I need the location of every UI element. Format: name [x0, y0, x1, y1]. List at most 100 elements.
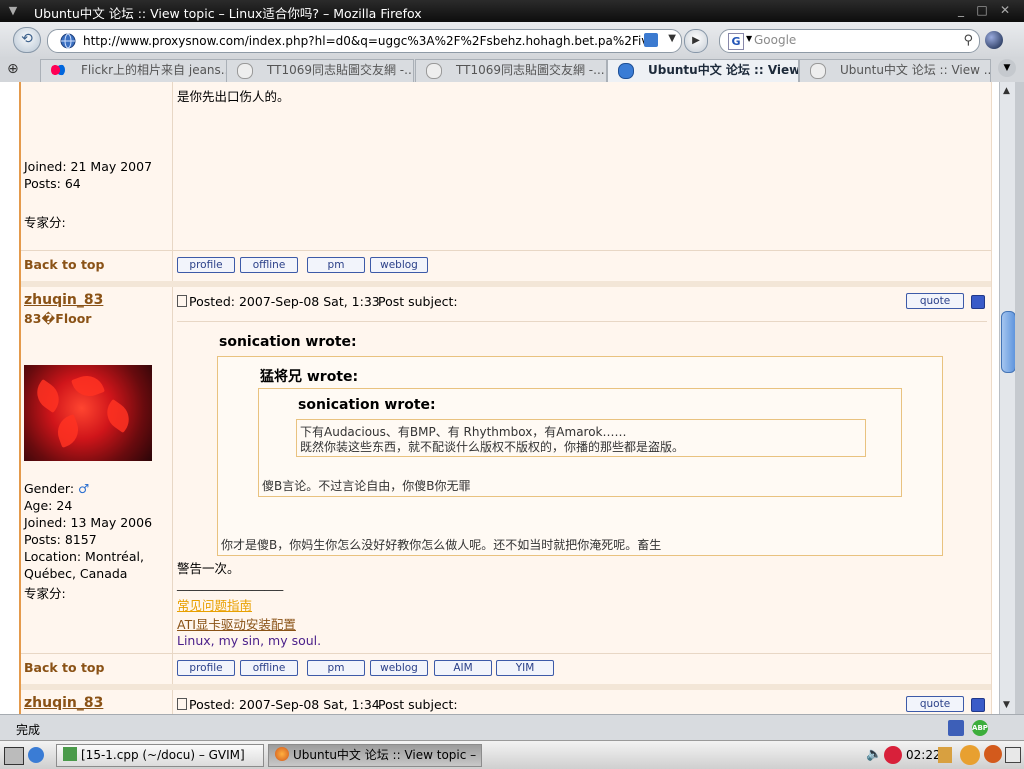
volume-icon[interactable]: 🔈 — [866, 747, 882, 762]
search-input[interactable]: Google — [754, 33, 796, 47]
post-header: Posted: 2007-Sep-08 Sat, 1:34 — [177, 697, 380, 712]
offline-button[interactable]: offline — [240, 257, 298, 273]
weblog-button[interactable]: weblog — [370, 257, 428, 273]
post-count: Posts: 8157 — [24, 532, 97, 547]
gvim-icon — [63, 747, 77, 761]
status-text: 完成 — [16, 723, 41, 737]
ubuntu-menu-icon[interactable] — [984, 745, 1002, 763]
page-content: 是你先出口伤人的。 Joined: 21 May 2007 Posts: 64 … — [0, 82, 999, 714]
task-firefox[interactable]: Ubuntu中文 论坛 :: View topic – L··· — [268, 744, 482, 767]
extension-icon[interactable] — [948, 720, 964, 736]
browser-launcher-icon[interactable] — [28, 747, 44, 763]
tab-flickr[interactable]: Flickr上的相片来自 jeans... — [40, 59, 227, 82]
tab-bar: ⊕ Flickr上的相片来自 jeans... TT1069同志貼圖交友網 -.… — [0, 57, 1024, 83]
gender-label: Gender: ♂ — [24, 481, 89, 496]
engine-dropdown-icon[interactable]: ▼ — [746, 34, 752, 43]
new-tab-icon[interactable]: ⊕ — [7, 61, 29, 79]
age: Age: 24 — [24, 498, 73, 513]
tab-ubuntu-2[interactable]: Ubuntu中文 论坛 :: View ... — [799, 59, 991, 82]
header-divider — [177, 321, 987, 322]
signature-divider: _________________ — [177, 576, 284, 591]
offline-button[interactable]: offline — [240, 660, 298, 676]
url-bar[interactable]: http://www.proxysnow.com/index.php?hl=d0… — [47, 29, 682, 53]
row-divider — [21, 250, 991, 251]
row-divider — [21, 653, 991, 654]
show-desktop-icon[interactable] — [4, 747, 24, 765]
rss-feed-icon[interactable] — [644, 33, 658, 47]
post-icon — [177, 295, 187, 307]
quote-author: sonication wrote: — [219, 334, 357, 350]
tab-label: Ubuntu中文 论坛 :: View ... — [648, 63, 799, 77]
status-globe-icon[interactable] — [985, 31, 1003, 49]
quote-text: 你才是傻B，你妈生你怎么没好好教你怎么做人呢。还不如当时就把你淹死呢。畜生 — [221, 538, 662, 552]
search-icon[interactable]: ⚲ — [963, 33, 973, 48]
vertical-scrollbar[interactable]: ▲ ▼ — [999, 82, 1016, 714]
back-to-top-link[interactable]: Back to top — [24, 257, 104, 272]
location: Location: Montréal, — [24, 549, 144, 564]
ati-driver-link[interactable]: ATI显卡驱动安装配置 — [177, 614, 296, 633]
tab-tt1069-b[interactable]: TT1069同志貼圖交友網 -... — [415, 59, 607, 82]
adblock-icon[interactable]: ABP — [972, 720, 988, 736]
profile-button[interactable]: profile — [177, 257, 235, 273]
faq-link[interactable]: 常见问题指南 — [177, 595, 252, 614]
back-to-top-link[interactable]: Back to top — [24, 660, 104, 675]
pm-button[interactable]: pm — [307, 660, 365, 676]
pencil-icon[interactable] — [960, 745, 980, 765]
weblog-button[interactable]: weblog — [370, 660, 428, 676]
go-button[interactable]: ▶ — [684, 29, 708, 53]
notes-icon[interactable] — [938, 747, 952, 763]
username-link[interactable]: zhuqin_83 — [24, 292, 103, 308]
profile-button[interactable]: profile — [177, 660, 235, 676]
page-icon — [810, 63, 826, 79]
post-header: Posted: 2007-Sep-08 Sat, 1:33 — [177, 294, 380, 309]
url-text[interactable]: http://www.proxysnow.com/index.php?hl=d0… — [83, 33, 648, 49]
tab-label: TT1069同志貼圖交友網 -... — [267, 63, 414, 77]
quote-button[interactable]: quote — [906, 293, 964, 309]
url-dropdown-icon[interactable]: ▼ — [668, 33, 676, 44]
tab-label: TT1069同志貼圖交友網 -... — [456, 63, 605, 77]
tab-list-icon[interactable]: ▼ — [998, 59, 1016, 77]
computer-icon[interactable] — [1005, 747, 1021, 763]
pm-button[interactable]: pm — [307, 257, 365, 273]
back-button[interactable]: ⟲ — [13, 27, 41, 53]
post-body: 警告一次。 — [177, 561, 240, 576]
search-bar[interactable]: G ▼ Google ⚲ — [719, 29, 980, 53]
tab-ubuntu-active[interactable]: Ubuntu中文 论坛 :: View ... — [607, 59, 799, 82]
yim-button[interactable]: YIM — [496, 660, 554, 676]
quote-text: 傻B言论。不过言论自由，你傻B你无罪 — [262, 479, 471, 493]
task-gvim[interactable]: [15-1.cpp (~/docu) – GVIM] — [56, 744, 264, 767]
male-icon: ♂ — [78, 481, 90, 496]
scroll-thumb[interactable] — [1001, 311, 1016, 373]
minimize-icon[interactable]: _ — [954, 4, 968, 17]
maximize-icon[interactable]: □ — [975, 4, 989, 17]
quote-outer: 猛将兄 wrote: sonication wrote: 下有Audacious… — [217, 356, 943, 556]
tab-tt1069-a[interactable]: TT1069同志貼圖交友網 -... — [226, 59, 414, 82]
post-subject-label: Post subject: — [378, 697, 458, 712]
window-menu-icon[interactable]: ▼ — [6, 4, 20, 18]
joined-date: Joined: 13 May 2006 — [24, 515, 153, 530]
forum-topic: 是你先出口伤人的。 Joined: 21 May 2007 Posts: 64 … — [19, 82, 992, 714]
task-label: [15-1.cpp (~/docu) – GVIM] — [81, 748, 245, 762]
navigation-toolbar: ⟲ http://www.proxysnow.com/index.php?hl=… — [0, 22, 1024, 58]
username-link[interactable]: zhuqin_83 — [24, 695, 103, 711]
signature-motto: Linux, my sin, my soul. — [177, 633, 322, 648]
status-bar: 完成 ABP — [0, 714, 1024, 741]
post-jump-icon[interactable] — [971, 295, 985, 309]
quote-button[interactable]: quote — [906, 696, 964, 712]
update-notifier-icon[interactable] — [884, 746, 902, 764]
scroll-up-icon[interactable]: ▲ — [1003, 86, 1010, 96]
ubuntu-icon — [618, 63, 634, 79]
quote-author: 猛将兄 wrote: — [260, 369, 359, 385]
joined-date: Joined: 21 May 2007 — [24, 159, 153, 174]
firefox-icon — [275, 747, 289, 761]
clock[interactable]: 02:22 — [906, 748, 941, 762]
aim-button[interactable]: AIM — [434, 660, 492, 676]
post-jump-icon[interactable] — [971, 698, 985, 712]
google-engine-icon[interactable]: G — [728, 33, 744, 50]
tab-label: Ubuntu中文 论坛 :: View ... — [840, 63, 991, 77]
close-icon[interactable]: ✕ — [998, 4, 1012, 17]
taskbar: [15-1.cpp (~/docu) – GVIM] Ubuntu中文 论坛 :… — [0, 740, 1024, 769]
page-icon — [426, 63, 442, 79]
page-icon — [237, 63, 253, 79]
scroll-down-icon[interactable]: ▼ — [1003, 700, 1010, 710]
